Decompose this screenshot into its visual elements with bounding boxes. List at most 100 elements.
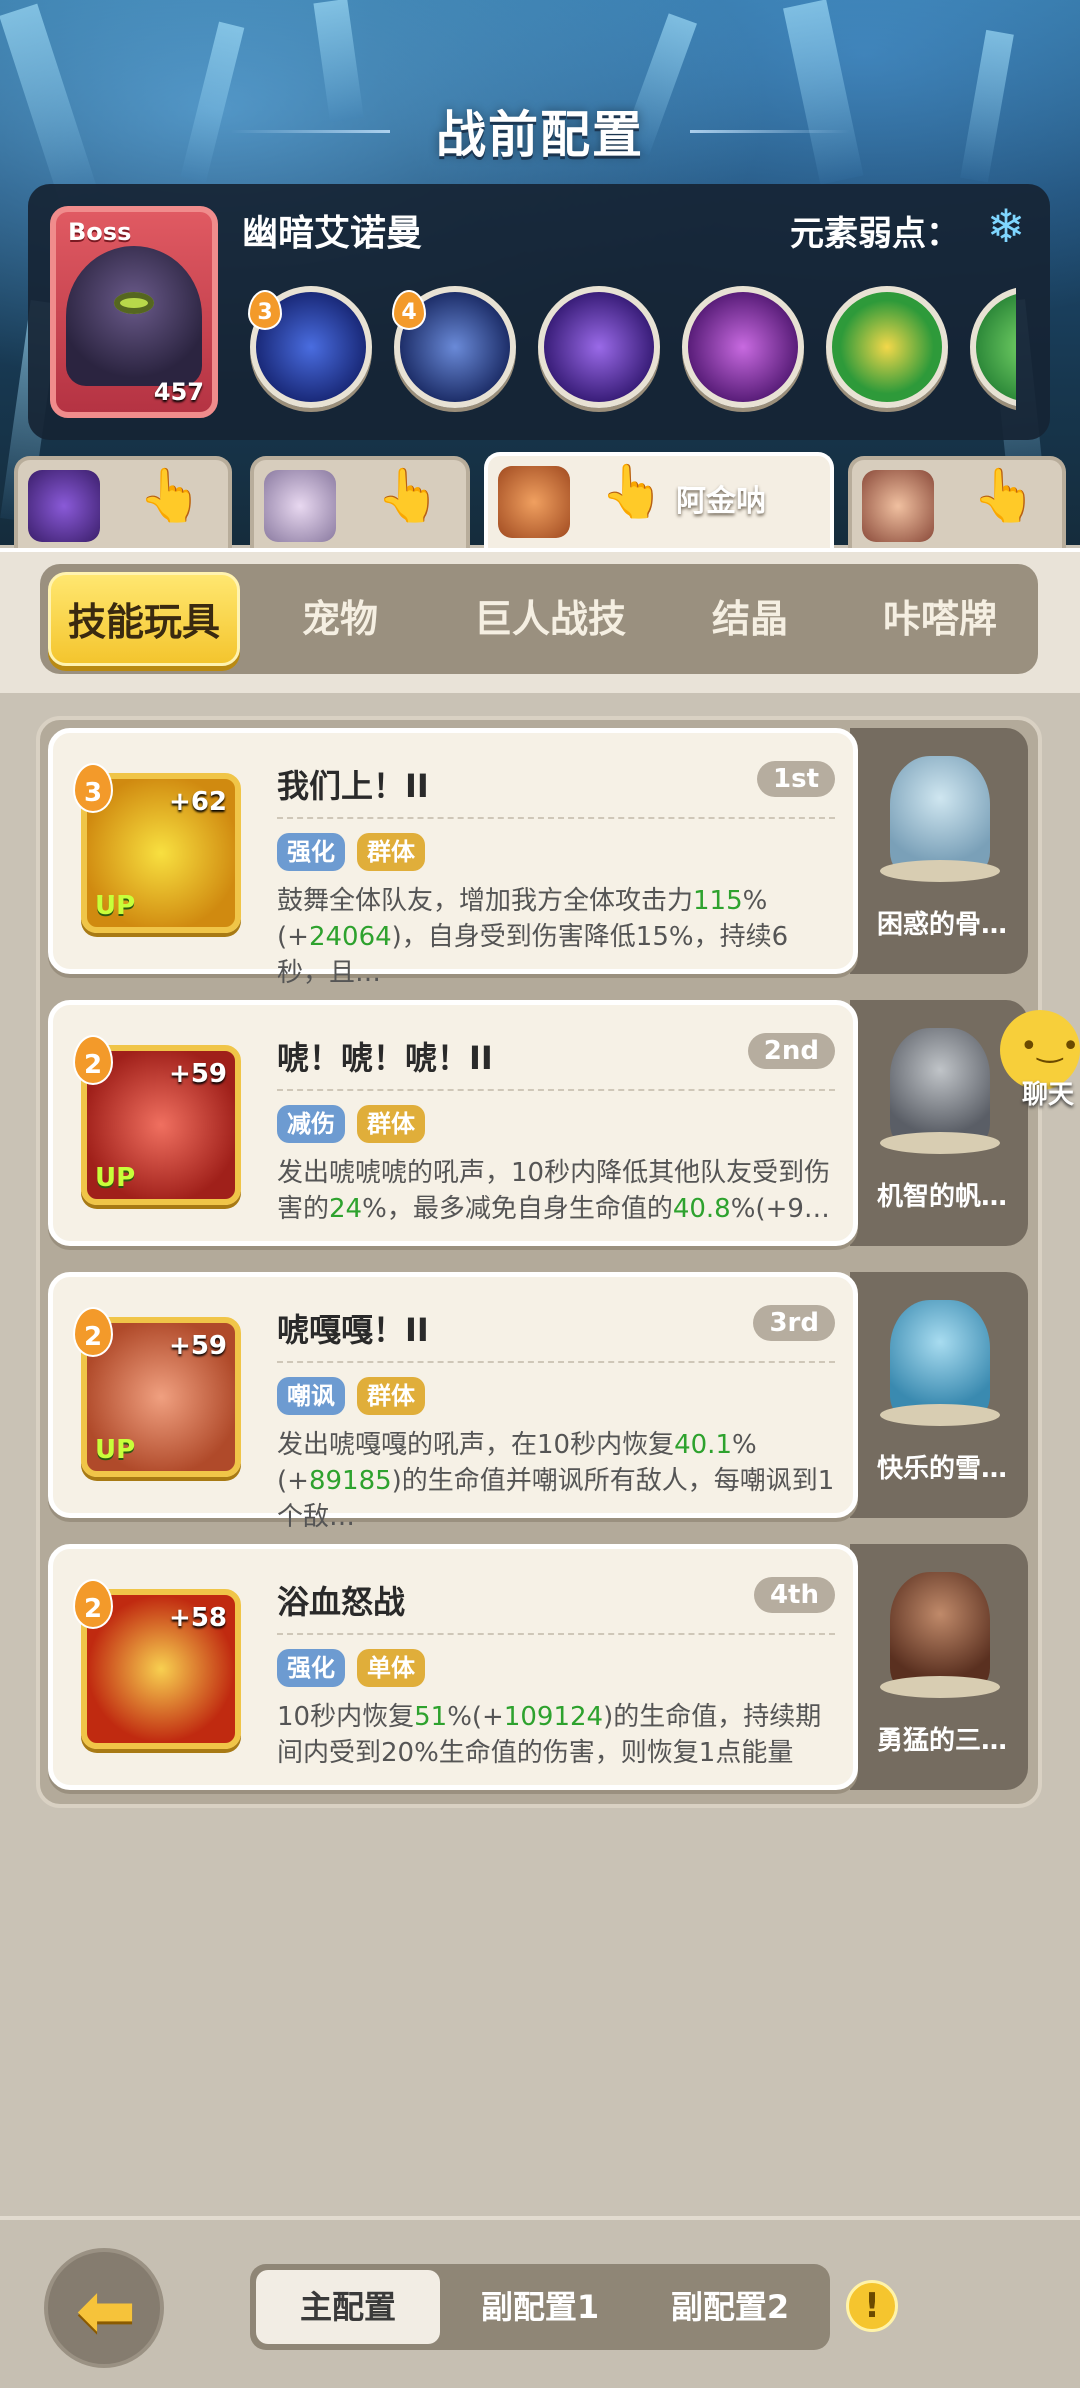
skill-tag: 群体 bbox=[357, 1377, 425, 1415]
boss-portrait bbox=[66, 246, 202, 386]
boss-badge: Boss bbox=[68, 218, 132, 246]
skill-tag: 强化 bbox=[277, 833, 345, 871]
pointing-hand-icon: 👆 bbox=[138, 466, 203, 526]
pet-name: 机智的帆… bbox=[876, 1182, 1007, 1212]
skill-level-badge: 2 bbox=[73, 1579, 113, 1629]
tab-cards[interactable]: 咔嗒牌 bbox=[850, 564, 1030, 674]
smiley-icon: •‿• bbox=[1020, 1029, 1080, 1064]
boss-portrait-card[interactable]: Boss 457 bbox=[50, 206, 218, 418]
hero-avatar bbox=[498, 466, 570, 538]
skill-title: 我们上！II bbox=[277, 767, 429, 805]
page-title: 战前配置 bbox=[436, 106, 644, 164]
skill-title: 唬嘎嘎！II bbox=[277, 1311, 429, 1349]
skill-title: 浴血怒战 bbox=[277, 1583, 406, 1621]
dark-drop-icon[interactable] bbox=[538, 286, 660, 408]
up-badge: UP bbox=[95, 1435, 136, 1465]
skill-card-3[interactable]: 2 +59 UP 唬嘎嘎！II 3rd 嘲讽 群体 发出唬嘎嘎的吼声，在10秒内… bbox=[48, 1272, 858, 1532]
poison-cloud-icon[interactable] bbox=[682, 286, 804, 408]
dark-burst-icon[interactable]: 3 bbox=[248, 286, 372, 408]
tab-giant-skills[interactable]: 巨人战技 bbox=[450, 564, 650, 674]
pet-name: 困惑的骨… bbox=[876, 910, 1007, 940]
hero-tab-3[interactable]: 👆 阿金呐 bbox=[484, 452, 834, 552]
skill-bonus: +58 bbox=[169, 1603, 227, 1633]
tab-pets[interactable]: 宠物 bbox=[270, 564, 410, 674]
skill-icon: 2 +58 bbox=[73, 1579, 241, 1749]
snowflake-icon: ❄ bbox=[986, 199, 1026, 253]
back-button[interactable]: ⬅ bbox=[44, 2248, 164, 2368]
skill-icon: 2 +59 UP bbox=[73, 1035, 241, 1205]
skill-card-1[interactable]: 3 +62 UP 我们上！II 1st 强化 群体 鼓舞全体队友，增加我方全体攻… bbox=[48, 728, 858, 988]
pet-pedestal bbox=[880, 1676, 1000, 1698]
hero-avatar bbox=[264, 470, 336, 542]
hero-tab-4[interactable]: 👆 bbox=[848, 456, 1066, 550]
tab-crystals[interactable]: 结晶 bbox=[680, 564, 820, 674]
skill-level-badge: 3 bbox=[248, 290, 282, 330]
skill-level-badge: 2 bbox=[73, 1307, 113, 1357]
skill-level-badge: 3 bbox=[73, 763, 113, 813]
skill-level-badge: 2 bbox=[73, 1035, 113, 1085]
back-arrow-icon: ⬅ bbox=[75, 2268, 137, 2352]
skill-tag: 强化 bbox=[277, 1649, 345, 1687]
pet-figure bbox=[890, 756, 990, 876]
skill-rank: 3rd bbox=[753, 1305, 835, 1341]
config-tab-sub2[interactable]: 副配置2 bbox=[640, 2264, 820, 2350]
skill-card-4[interactable]: 2 +58 浴血怒战 4th 强化 单体 10秒内恢复51%(+109124)的… bbox=[48, 1544, 858, 1790]
skill-rank: 1st bbox=[757, 761, 835, 797]
pointing-hand-icon: 👆 bbox=[972, 466, 1037, 526]
boss-skill-list[interactable]: 3 4 bbox=[246, 282, 1016, 412]
divider bbox=[277, 1089, 835, 1091]
boss-info-panel: Boss 457 幽暗艾诺曼 元素弱点： ❄ 3 4 bbox=[28, 184, 1050, 440]
divider bbox=[277, 1633, 835, 1635]
hero-avatar bbox=[28, 470, 100, 542]
element-weakness-label: 元素弱点： bbox=[790, 214, 960, 254]
pet-slot-1[interactable]: 困惑的骨… bbox=[850, 728, 1028, 974]
skill-card-2[interactable]: 2 +59 UP 唬！唬！唬！II 2nd 减伤 群体 发出唬唬唬的吼声，10秒… bbox=[48, 1000, 858, 1246]
skill-description: 发出唬嘎嘎的吼声，在10秒内恢复40.1%(+89185)的生命值并嘲讽所有敌人… bbox=[277, 1430, 835, 1532]
skill-title: 唬！唬！唬！II bbox=[277, 1039, 493, 1077]
bottom-bar: ⬅ 主配置 副配置1 副配置2 ! bbox=[0, 2216, 1080, 2388]
hero-tab-1[interactable]: 👆 bbox=[14, 456, 232, 550]
skill-description: 鼓舞全体队友，增加我方全体攻击力115%(+24064)，自身受到伤害降低15%… bbox=[277, 886, 789, 988]
skill-bonus: +59 bbox=[169, 1059, 227, 1089]
chat-label: 聊天 bbox=[1021, 1080, 1074, 1110]
hero-tab-2[interactable]: 👆 bbox=[250, 456, 470, 550]
config-tab-main[interactable]: 主配置 bbox=[256, 2270, 440, 2344]
pet-name: 勇猛的三… bbox=[876, 1726, 1007, 1756]
up-badge: UP bbox=[95, 1163, 136, 1193]
config-tab-sub1[interactable]: 副配置1 bbox=[450, 2264, 630, 2350]
pet-slot-4[interactable]: 勇猛的三… bbox=[850, 1544, 1028, 1790]
skill-level-badge: 4 bbox=[392, 290, 426, 330]
skill-bonus: +59 bbox=[169, 1331, 227, 1361]
skill-tag: 嘲讽 bbox=[277, 1377, 345, 1415]
skill-bonus: +62 bbox=[169, 787, 227, 817]
skill-rank: 2nd bbox=[747, 1033, 835, 1069]
skill-description: 发出唬唬唬的吼声，10秒内降低其他队友受到伤害的24%，最多减免自身生命值的40… bbox=[277, 1158, 831, 1224]
skill-rank: 4th bbox=[753, 1577, 835, 1613]
boss-name: 幽暗艾诺曼 bbox=[242, 213, 423, 254]
pet-slot-3[interactable]: 快乐的雪… bbox=[850, 1272, 1028, 1518]
pet-pedestal bbox=[880, 1404, 1000, 1426]
pointing-hand-icon: 👆 bbox=[600, 462, 665, 522]
hourglass-icon[interactable] bbox=[826, 286, 948, 408]
up-badge: UP bbox=[95, 891, 136, 921]
pet-figure bbox=[890, 1300, 990, 1420]
shadow-crest-icon[interactable]: 4 bbox=[392, 286, 516, 408]
pet-figure bbox=[890, 1572, 990, 1692]
hero-avatar bbox=[862, 470, 934, 542]
boss-eye bbox=[114, 292, 154, 314]
skill-tag: 减伤 bbox=[277, 1105, 345, 1143]
pet-name: 快乐的雪… bbox=[876, 1454, 1007, 1484]
skill-tag: 单体 bbox=[357, 1649, 425, 1687]
divider bbox=[277, 1361, 835, 1363]
tab-skill-toys[interactable]: 技能玩具 bbox=[48, 572, 240, 666]
info-button[interactable]: ! bbox=[846, 2280, 898, 2332]
pet-pedestal bbox=[880, 860, 1000, 882]
skill-tag: 群体 bbox=[357, 1105, 425, 1143]
boss-power: 457 bbox=[153, 378, 204, 406]
pet-figure bbox=[890, 1028, 990, 1148]
partial-skill-icon[interactable] bbox=[970, 286, 1016, 408]
category-tabbar: 技能玩具 宠物 巨人战技 结晶 咔嗒牌 bbox=[40, 564, 1038, 674]
config-switcher: 主配置 副配置1 副配置2 bbox=[250, 2264, 830, 2350]
skill-tag: 群体 bbox=[357, 833, 425, 871]
hero-name: 阿金呐 bbox=[676, 484, 766, 519]
